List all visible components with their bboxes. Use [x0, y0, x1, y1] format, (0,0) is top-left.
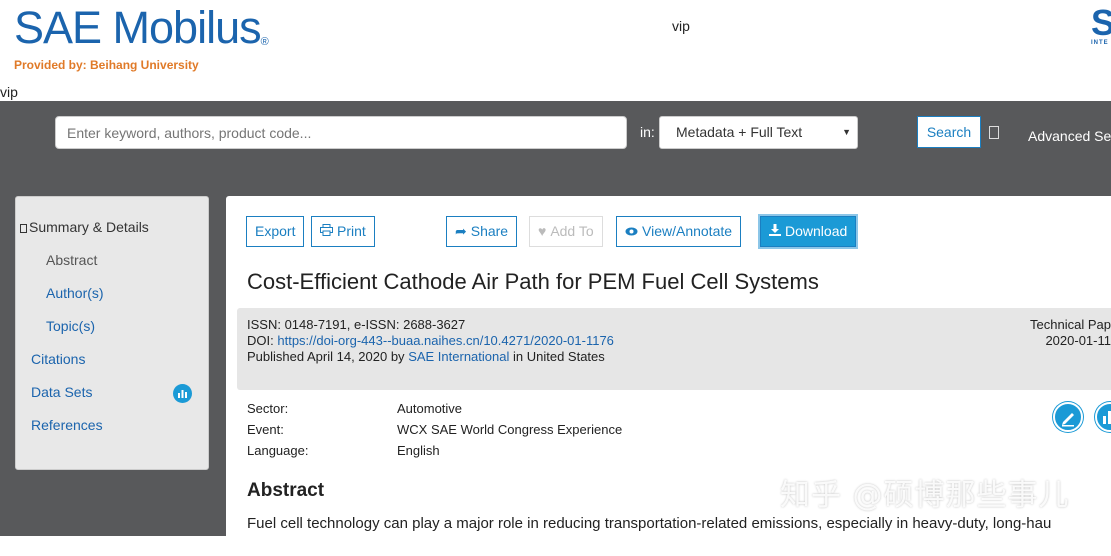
data-sets-icon[interactable] — [173, 384, 192, 403]
publisher-link[interactable]: SAE International — [408, 349, 509, 364]
download-button[interactable]: Download — [760, 216, 857, 247]
print-label: Print — [337, 223, 366, 239]
share-label: Share — [470, 223, 509, 239]
sidebar-item-authors[interactable]: Author(s) — [46, 285, 104, 301]
share-icon: ➦ — [455, 223, 467, 239]
event-label: Event: — [247, 422, 284, 437]
logo-text: SAE Mobilus — [14, 2, 262, 53]
document-type: Technical Pap — [1030, 317, 1111, 332]
doi-link[interactable]: https://doi-org-443--buaa.naihes.cn/10.4… — [277, 333, 614, 348]
sae-mobilus-logo[interactable]: SAE Mobilus® — [14, 3, 269, 53]
download-label: Download — [785, 223, 848, 239]
zhihu-watermark: 知乎 @硕博那些事儿 — [780, 478, 1070, 513]
caret-down-icon: ▼ — [842, 127, 851, 137]
sidebar-item-data-sets[interactable]: Data Sets — [31, 384, 92, 400]
abstract-text: Fuel cell technology can play a major ro… — [247, 515, 1052, 532]
language-label: Language: — [247, 443, 309, 458]
vip-label-left: vip — [0, 84, 18, 100]
advanced-search-link[interactable]: Advanced Se — [1028, 128, 1111, 144]
sidebar-item-references[interactable]: References — [31, 417, 103, 433]
search-scope-select[interactable]: Metadata + Full Text ▼ — [659, 116, 858, 149]
search-scope-label: in: — [640, 124, 655, 140]
print-icon — [320, 217, 333, 246]
vip-label-center: vip — [672, 18, 690, 34]
view-annotate-label: View/Annotate — [642, 223, 733, 239]
sector-link[interactable]: Automotive — [397, 401, 462, 416]
sidebar-item-topics[interactable]: Topic(s) — [46, 318, 95, 334]
published-suffix: in United States — [513, 349, 605, 364]
language-value: English — [397, 443, 440, 458]
sector-label: Sector: — [247, 401, 289, 416]
search-button[interactable]: Search — [917, 116, 981, 148]
published-line: Published April 14, 2020 by SAE Internat… — [247, 349, 605, 364]
download-icon — [769, 217, 781, 246]
annotate-pen-icon[interactable] — [1053, 402, 1083, 432]
sae-international-logo[interactable]: S INTE — [1091, 6, 1111, 46]
print-button[interactable]: Print — [311, 216, 375, 247]
heart-icon: ♥ — [538, 223, 547, 239]
share-button[interactable]: ➦ Share — [446, 216, 518, 247]
view-annotate-button[interactable]: View/Annotate — [616, 216, 742, 247]
issn-line: ISSN: 0148-7191, e-ISSN: 2688-3627 — [247, 317, 466, 332]
corner-logo-letter: S — [1091, 6, 1111, 43]
sidebar-item-label: Summary & Details — [29, 219, 149, 235]
search-input[interactable] — [55, 116, 627, 149]
search-scope-value: Metadata + Full Text — [676, 124, 803, 140]
eye-icon — [625, 217, 638, 246]
export-button[interactable]: Export — [246, 216, 305, 247]
event-link[interactable]: WCX SAE World Congress Experience — [397, 422, 622, 437]
add-to-label: Add To — [550, 223, 594, 239]
data-chart-icon[interactable] — [1095, 402, 1111, 432]
document-title: Cost-Efficient Cathode Air Path for PEM … — [247, 269, 819, 294]
doi-label: DOI: — [247, 333, 274, 348]
doi-line: DOI: https://doi-org-443--buaa.naihes.cn… — [247, 333, 614, 348]
add-to-button[interactable]: ♥ Add To — [529, 216, 603, 247]
sidebar-item-citations[interactable]: Citations — [31, 351, 85, 367]
published-prefix: Published April 14, 2020 by — [247, 349, 405, 364]
document-number: 2020-01-11 — [1045, 333, 1111, 348]
registered-mark: ® — [260, 36, 269, 48]
sidebar-item-summary-details[interactable]: Summary & Details — [20, 219, 149, 235]
sidebar-item-abstract[interactable]: Abstract — [46, 252, 97, 268]
corner-logo-sub: INTE — [1091, 40, 1109, 46]
provided-by-label: Provided by: Beihang University — [14, 58, 199, 72]
abstract-heading: Abstract — [247, 480, 325, 501]
placeholder-glyph-icon — [989, 126, 999, 139]
collapse-icon — [20, 224, 27, 233]
